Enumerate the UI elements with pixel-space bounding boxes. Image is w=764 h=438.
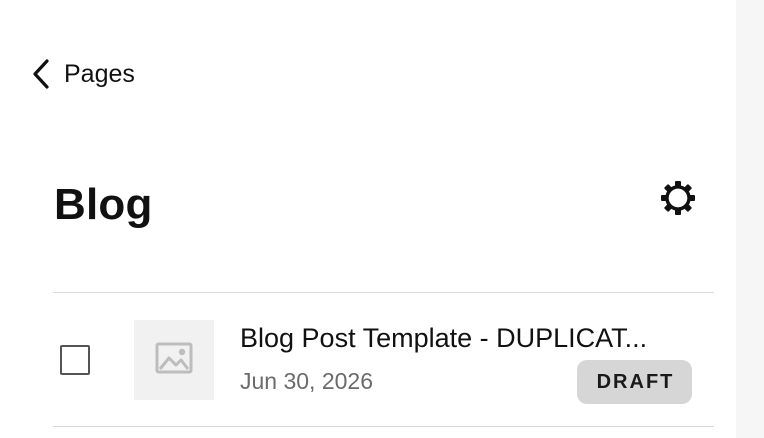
back-to-pages-link[interactable]: Pages xyxy=(30,58,135,90)
gear-icon xyxy=(658,178,698,223)
right-panel-edge xyxy=(736,0,764,438)
page-title: Blog xyxy=(54,180,153,229)
list-divider-bottom xyxy=(53,426,714,427)
image-placeholder-icon xyxy=(155,342,193,379)
post-date: Jun 30, 2026 xyxy=(240,368,374,394)
status-badge: DRAFT xyxy=(577,360,692,404)
blog-post-row[interactable]: Blog Post Template - DUPLICAT... Jun 30,… xyxy=(53,293,714,426)
post-select-checkbox[interactable] xyxy=(60,345,90,375)
post-title[interactable]: Blog Post Template - DUPLICAT... xyxy=(240,321,700,355)
chevron-left-icon xyxy=(30,58,52,90)
back-link-label: Pages xyxy=(64,59,135,88)
settings-button[interactable] xyxy=(654,176,702,224)
post-thumbnail[interactable] xyxy=(134,320,214,400)
